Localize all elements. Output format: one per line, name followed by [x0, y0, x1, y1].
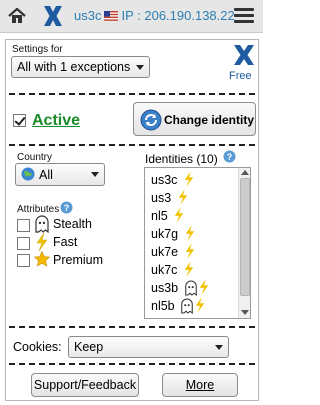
premium-label[interactable]: Premium [53, 253, 103, 267]
lightning-icon [185, 243, 194, 259]
list-item[interactable]: uk7e [151, 243, 196, 261]
lightning-icon [178, 189, 187, 205]
brand-logo-icon [232, 44, 256, 66]
svg-text:?: ? [64, 203, 70, 213]
cookies-value: Keep [74, 340, 104, 354]
active-label[interactable]: Active [32, 112, 80, 130]
chevron-down-icon [91, 172, 99, 177]
app-logo-icon [40, 3, 66, 29]
country-label: Country [17, 152, 53, 163]
refresh-icon [140, 109, 162, 131]
list-item[interactable]: us3b [151, 279, 210, 297]
identity-name: nl5b [151, 299, 175, 313]
lightning-icon [199, 279, 208, 295]
hamburger-menu-icon[interactable] [234, 6, 254, 26]
lightning-icon [184, 261, 194, 277]
settings-for-value: All with 1 exceptions [17, 60, 131, 74]
cookies-label: Cookies: [13, 340, 62, 354]
identities-scrollbar[interactable] [238, 168, 250, 318]
identities-label: Identities (10) [145, 152, 218, 166]
divider [9, 363, 255, 365]
identities-list[interactable]: us3c us3 nl5 uk7g uk7e uk7c us3b nl5b [144, 167, 251, 319]
lightning-icon [174, 207, 184, 223]
chevron-down-icon [215, 345, 223, 350]
list-item[interactable]: nl5b [151, 297, 206, 315]
divider [9, 144, 255, 146]
plan-label: Free [229, 70, 252, 82]
more-button[interactable]: More [162, 373, 238, 397]
stealth-checkbox[interactable] [17, 219, 30, 232]
cookies-select[interactable]: Keep [68, 336, 229, 358]
ghost-icon [181, 298, 193, 315]
lightning-icon [195, 297, 205, 313]
home-icon[interactable] [6, 5, 28, 27]
identity-name: us3c [151, 173, 178, 187]
identity-name: nl5 [151, 209, 168, 223]
ip-prefix: IP : [121, 8, 145, 23]
list-item[interactable]: nl5 [151, 207, 185, 225]
identity-name: us3b [151, 281, 179, 295]
list-item[interactable]: uk7g [151, 225, 196, 243]
divider [9, 93, 255, 95]
ghost-icon [184, 280, 197, 297]
help-icon[interactable]: ? [60, 201, 73, 214]
premium-checkbox[interactable] [17, 254, 30, 267]
scroll-thumb[interactable] [240, 178, 250, 296]
ip-status: us3c IP : 206.190.138.22 [74, 8, 235, 23]
identity-name: uk7g [151, 227, 179, 241]
svg-text:?: ? [227, 152, 233, 162]
top-bar: us3c IP : 206.190.138.22 [0, 0, 263, 33]
fast-checkbox[interactable] [17, 237, 30, 250]
help-icon[interactable]: ? [223, 150, 236, 163]
scroll-up-icon[interactable] [241, 170, 249, 175]
country-value: All [39, 168, 53, 182]
active-checkbox[interactable] [13, 114, 26, 127]
us-flag-icon [104, 9, 119, 21]
ip-address: 206.190.138.22 [144, 8, 235, 23]
list-item[interactable]: us3c [151, 171, 195, 189]
chevron-down-icon [136, 65, 144, 70]
change-identity-label: Change identity [164, 113, 255, 127]
support-feedback-button[interactable]: Support/Feedback [31, 373, 139, 397]
divider [9, 326, 255, 328]
country-select[interactable]: All [15, 163, 105, 186]
fast-label[interactable]: Fast [53, 235, 77, 249]
change-identity-button[interactable]: Change identity [133, 102, 256, 136]
list-item[interactable]: us3 [151, 189, 189, 207]
settings-for-select[interactable]: All with 1 exceptions [11, 56, 150, 78]
attributes-label: Attributes [17, 204, 60, 215]
list-item[interactable]: uk7c [151, 261, 195, 279]
current-country-code: us3c [74, 8, 102, 23]
star-icon [33, 250, 51, 267]
settings-for-label: Settings for [12, 44, 63, 55]
lightning-icon [184, 171, 194, 187]
identity-name: uk7e [151, 245, 179, 259]
globe-icon [21, 167, 35, 181]
stealth-label[interactable]: Stealth [53, 217, 92, 231]
ghost-icon [34, 215, 50, 234]
lightning-icon [185, 225, 194, 241]
identity-name: uk7c [151, 263, 178, 277]
scroll-down-icon[interactable] [241, 310, 249, 315]
identity-name: us3 [151, 191, 172, 205]
lightning-icon [35, 232, 49, 252]
